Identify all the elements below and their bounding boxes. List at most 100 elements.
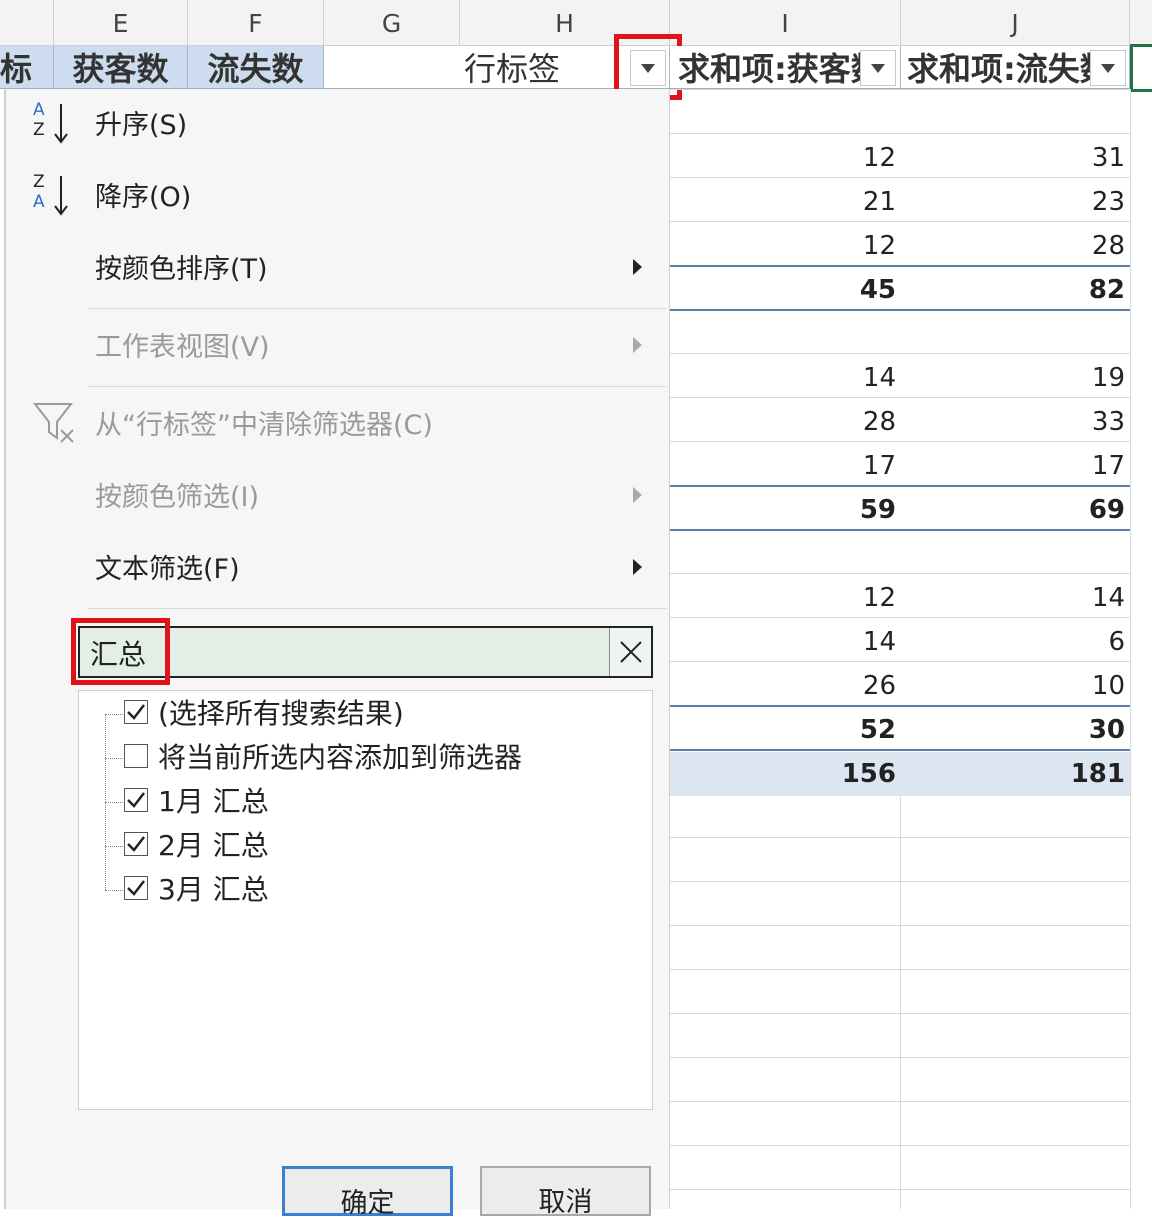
grand-total-lost[interactable]: 181 (901, 752, 1125, 796)
grid-line (670, 881, 1130, 882)
selected-cell[interactable] (1130, 44, 1152, 92)
grid-line (670, 353, 1130, 354)
grid-line (670, 925, 1130, 926)
subtotal-lost-cell[interactable]: 69 (901, 488, 1125, 532)
grid-line (670, 573, 1130, 574)
subtotal-lost-cell[interactable]: 30 (901, 708, 1125, 752)
menu-separator (88, 308, 666, 309)
tree-connector (105, 714, 123, 715)
menu-separator (88, 386, 666, 387)
filter-checkbox[interactable] (124, 876, 148, 900)
dropdown-arrow-icon (641, 63, 655, 73)
grid-line (670, 837, 1130, 838)
grid-line (670, 1189, 1130, 1190)
sort-ascending-icon: A Z (33, 102, 83, 146)
checkmark-icon (127, 836, 145, 852)
acquired-cell[interactable]: 14 (670, 620, 896, 664)
checkmark-icon (127, 880, 145, 896)
filter-option-label[interactable]: 2月 汇总 (158, 824, 269, 868)
subtotal-acquired-cell[interactable]: 52 (670, 708, 896, 752)
menu-separator (88, 608, 666, 609)
header-cell-acquired[interactable]: 获客数 (54, 46, 188, 89)
grid-line (670, 1057, 1130, 1058)
column-label: F (248, 8, 263, 38)
acquired-cell[interactable]: 28 (670, 400, 896, 444)
filter-checkbox[interactable] (124, 744, 148, 768)
clear-search-button[interactable] (609, 628, 651, 676)
lost-cell[interactable]: 6 (901, 620, 1125, 664)
grid-line (670, 1013, 1130, 1014)
sum-acquired-filter-button[interactable] (860, 50, 896, 86)
checkmark-icon (127, 792, 145, 808)
filter-option-label[interactable]: 3月 汇总 (158, 868, 269, 912)
filter-checkbox[interactable] (124, 700, 148, 724)
column-header-f[interactable]: F (188, 0, 324, 46)
lost-cell[interactable]: 14 (901, 576, 1125, 620)
lost-cell[interactable]: 33 (901, 400, 1125, 444)
header-cell-lost[interactable]: 流失数 (188, 46, 324, 89)
filter-checkbox[interactable] (124, 832, 148, 856)
column-label: J (1011, 8, 1019, 38)
column-label: H (555, 8, 574, 38)
dropdown-arrow-icon (1101, 63, 1115, 73)
column-header-g[interactable]: G (324, 0, 460, 46)
acquired-cell[interactable]: 17 (670, 444, 896, 488)
acquired-cell[interactable]: 21 (670, 180, 896, 224)
column-header-k[interactable] (1130, 0, 1152, 46)
menu-item-filter-by-color: 按颜色筛选(I) (95, 482, 260, 513)
grid-line (670, 133, 1130, 134)
subtotal-acquired-cell[interactable]: 45 (670, 268, 896, 312)
menu-item-sort-descending[interactable]: 降序(O) (95, 176, 191, 220)
lost-cell[interactable]: 31 (901, 136, 1125, 180)
acquired-cell[interactable]: 12 (670, 224, 896, 268)
header-label: 求和项:流失数 (907, 50, 1112, 88)
header-label: 获客数 (72, 50, 169, 88)
submenu-arrow-icon (633, 337, 642, 353)
grid-line (670, 969, 1130, 970)
menu-item-text-filter[interactable]: 文本筛选(F) (95, 548, 240, 592)
sort-descending-icon: Z A (33, 174, 83, 218)
lost-cell[interactable]: 10 (901, 664, 1125, 708)
lost-cell[interactable]: 17 (901, 444, 1125, 488)
grid-line (670, 89, 1130, 90)
lost-cell[interactable]: 23 (901, 180, 1125, 224)
menu-item-sort-ascending[interactable]: 升序(S) (95, 104, 187, 148)
filter-checkbox[interactable] (124, 788, 148, 812)
tree-connector (105, 802, 123, 803)
submenu-arrow-icon (633, 259, 642, 275)
search-text-highlight (71, 618, 170, 685)
close-icon (619, 641, 642, 663)
header-label: 流失数 (207, 50, 304, 88)
menu-item-sort-by-color[interactable]: 按颜色排序(T) (95, 248, 268, 292)
acquired-cell[interactable]: 26 (670, 664, 896, 708)
grand-total-acquired[interactable]: 156 (670, 752, 896, 796)
column-header-j[interactable]: J (901, 0, 1130, 46)
filter-option-label[interactable]: (选择所有搜索结果) (158, 692, 404, 736)
subtotal-acquired-cell[interactable]: 59 (670, 488, 896, 532)
dropdown-arrow-icon (871, 63, 885, 73)
acquired-cell[interactable]: 12 (670, 576, 896, 620)
lost-cell[interactable]: 28 (901, 224, 1125, 268)
filter-option-label[interactable]: 1月 汇总 (158, 780, 269, 824)
filter-option-label[interactable]: 将当前所选内容添加到筛选器 (158, 736, 522, 780)
lost-cell[interactable]: 19 (901, 356, 1125, 400)
column-label: G (381, 8, 402, 38)
menu-item-clear-filter: 从“行标签”中清除筛选器(C) (95, 410, 433, 441)
acquired-cell[interactable]: 14 (670, 356, 896, 400)
column-header-e[interactable]: E (54, 0, 188, 46)
header-label: 标 (0, 50, 33, 88)
checkmark-icon (127, 704, 145, 720)
tree-connector (105, 890, 123, 891)
tree-connector (105, 846, 123, 847)
grid-line (900, 796, 901, 1209)
row-labels-filter-button[interactable] (630, 50, 666, 86)
column-header-i[interactable]: I (670, 0, 901, 46)
header-label: 行标签 (464, 50, 561, 88)
header-cell-partial[interactable]: 标 (0, 46, 54, 89)
sum-lost-filter-button[interactable] (1090, 50, 1126, 86)
grid-line (670, 1145, 1130, 1146)
column-header-d[interactable] (0, 0, 54, 46)
subtotal-lost-cell[interactable]: 82 (901, 268, 1125, 312)
acquired-cell[interactable]: 12 (670, 136, 896, 180)
header-label: 求和项:获客数 (678, 50, 883, 88)
